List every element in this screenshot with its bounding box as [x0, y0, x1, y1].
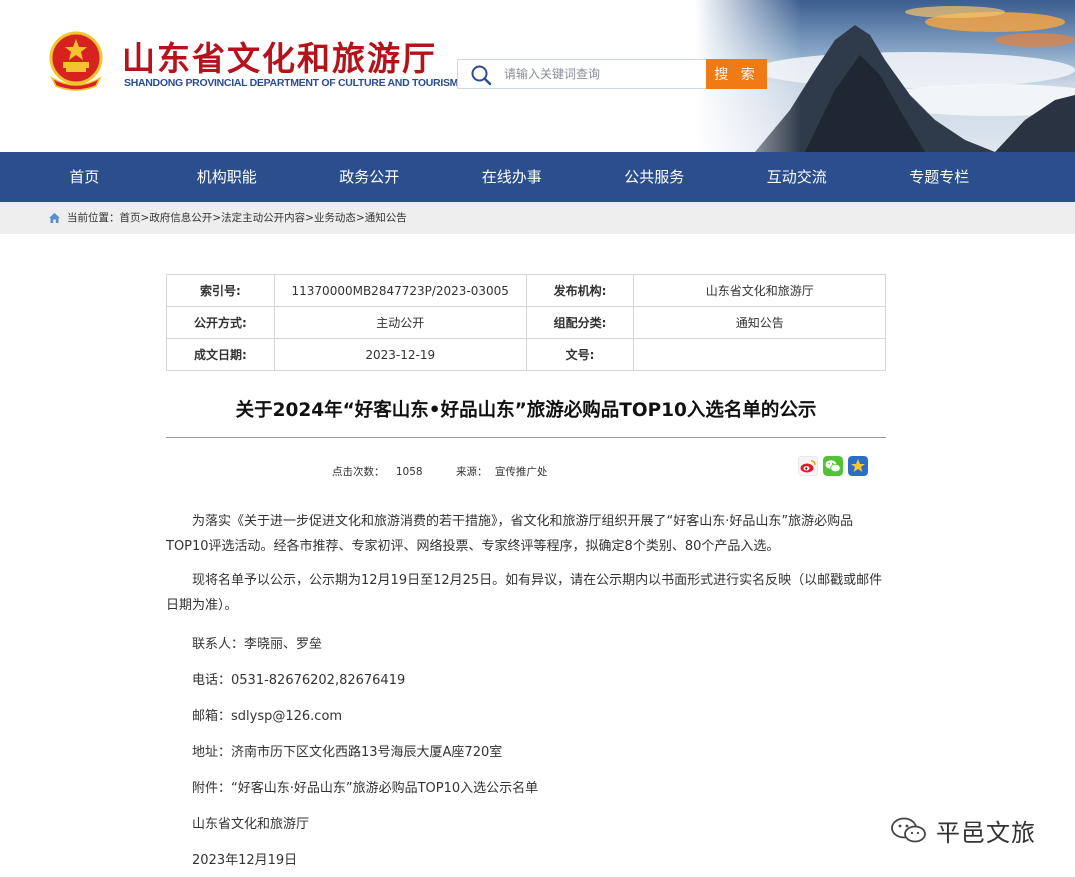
main-nav: 首页 机构职能 政务公开 在线办事 公共服务 互动交流 专题专栏	[0, 152, 1075, 202]
breadcrumb-separator: >	[212, 212, 222, 224]
doc-number-label: 文号:	[525, 338, 635, 371]
site-title: 山东省文化和旅游厅	[122, 39, 437, 78]
method-label: 公开方式:	[166, 306, 275, 339]
category-label: 组配分类:	[525, 306, 635, 339]
views-count: 1058	[395, 466, 423, 478]
breadcrumb: 当前位置：首页>政府信息公开>法定主动公开内容>业务动态>通知公告	[0, 202, 1075, 234]
breadcrumb-item-mandatory[interactable]: 法定主动公开内容	[221, 212, 305, 224]
contact-email: 邮箱：sdlysp@126.com	[192, 709, 343, 724]
contact-address: 地址：济南市历下区文化西路13号海辰大厦A座720室	[192, 745, 503, 760]
search-button[interactable]: 搜 索	[706, 59, 767, 89]
article-paragraph-1: 为落实《关于进一步促进文化和旅游消费的若干措施》，省文化和旅游厅组织开展了“好客…	[166, 514, 854, 554]
source-label: 来源：	[456, 466, 488, 478]
favorite-star-icon[interactable]	[848, 456, 868, 476]
table-row: 成文日期: 2023-12-19 文号:	[166, 338, 886, 371]
contact-phone: 电话：0531-82676202,82676419	[192, 673, 406, 688]
breadcrumb-separator: >	[305, 212, 314, 224]
wechat-logo-icon	[891, 817, 926, 843]
nav-item-functions[interactable]: 机构职能	[156, 152, 299, 202]
weibo-icon[interactable]	[798, 456, 818, 476]
site-header: 山东省文化和旅游厅 SHANDONG PROVINCIAL DEPARTMENT…	[0, 0, 1075, 152]
breadcrumb-item-notice[interactable]: 通知公告	[365, 212, 407, 224]
attachment-link[interactable]: 附件：“好客山东·好品山东”旅游必购品TOP10入选公示名单	[192, 777, 538, 796]
watermark-text: 平邑文旅	[936, 818, 1036, 847]
doc-number-value	[633, 338, 886, 371]
table-row: 索引号: 11370000MB2847723P/2023-03005 发布机构:…	[166, 274, 886, 307]
signature-date: 2023年12月19日	[192, 853, 298, 868]
category-value: 通知公告	[633, 306, 886, 339]
search-box	[457, 59, 707, 89]
nav-item-special-topics[interactable]: 专题专栏	[868, 152, 1011, 202]
breadcrumb-item-gov-info[interactable]: 政府信息公开	[149, 212, 212, 224]
document-info-table: 索引号: 11370000MB2847723P/2023-03005 发布机构:…	[166, 274, 886, 371]
index-label: 索引号:	[166, 274, 275, 307]
article-paragraph-2: 现将名单予以公示，公示期为12月19日至12月25日。如有异议，请在公示期内以书…	[166, 573, 883, 613]
source-value: 宣传推广处	[494, 466, 548, 478]
date-value: 2023-12-19	[273, 338, 527, 371]
table-row: 公开方式: 主动公开 组配分类: 通知公告	[166, 306, 886, 339]
nav-item-home[interactable]: 首页	[13, 152, 156, 202]
wechat-watermark: 平邑文旅	[890, 812, 1036, 848]
article-title: 关于2024年“好客山东•好品山东”旅游必购品TOP10入选名单的公示	[235, 400, 817, 421]
org-label: 发布机构:	[525, 274, 635, 307]
contact-person: 联系人：李晓丽、罗垒	[192, 637, 323, 652]
title-divider	[166, 437, 886, 438]
nav-item-interaction[interactable]: 互动交流	[726, 152, 869, 202]
index-value: 11370000MB2847723P/2023-03005	[273, 274, 527, 307]
nav-item-online-service[interactable]: 在线办事	[441, 152, 584, 202]
home-icon	[49, 213, 60, 223]
national-emblem-icon	[49, 31, 103, 91]
breadcrumb-label: 当前位置：	[67, 212, 120, 224]
breadcrumb-separator: >	[355, 212, 365, 224]
search-icon	[471, 65, 492, 86]
breadcrumb-item-business[interactable]: 业务动态	[314, 212, 356, 224]
wechat-icon[interactable]	[823, 456, 843, 476]
views-label: 点击次数：	[332, 466, 385, 478]
site-subtitle: SHANDONG PROVINCIAL DEPARTMENT OF CULTUR…	[124, 77, 459, 89]
method-value: 主动公开	[273, 306, 527, 339]
breadcrumb-separator: >	[140, 212, 150, 224]
signature-org: 山东省文化和旅游厅	[192, 817, 310, 832]
breadcrumb-item-home[interactable]: 首页	[120, 212, 141, 224]
nav-item-public-service[interactable]: 公共服务	[583, 152, 726, 202]
org-value: 山东省文化和旅游厅	[633, 274, 886, 307]
date-label: 成文日期:	[166, 338, 275, 371]
search-input[interactable]	[504, 60, 704, 88]
nav-item-gov-info[interactable]: 政务公开	[298, 152, 441, 202]
